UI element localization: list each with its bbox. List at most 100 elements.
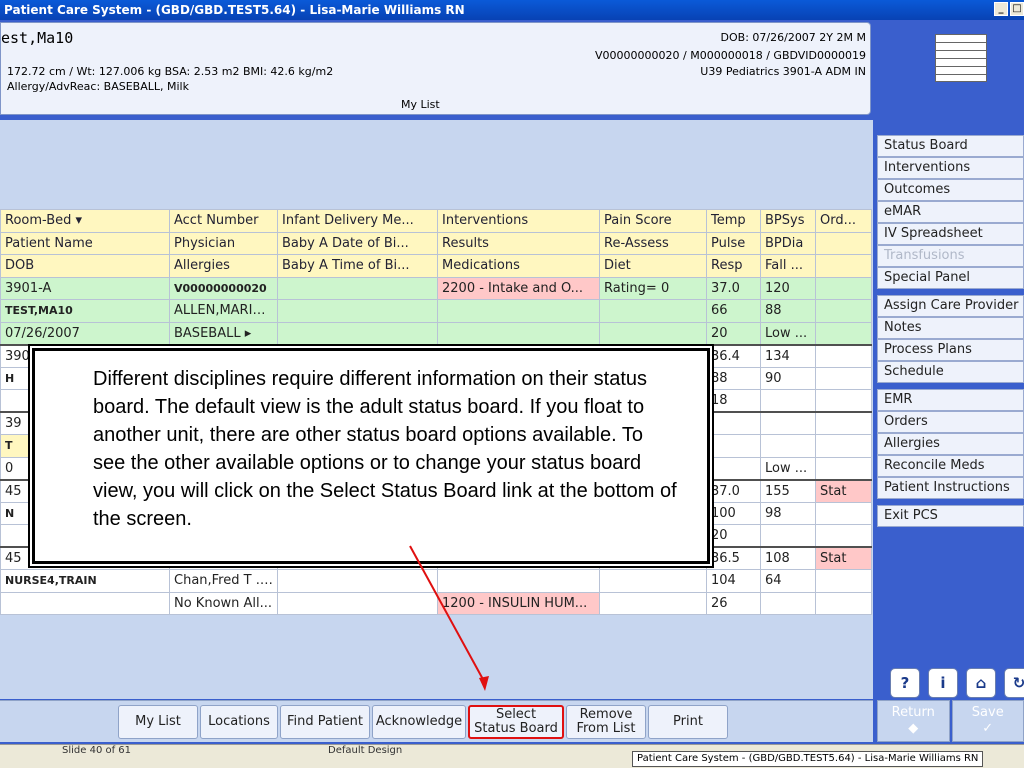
help-icon[interactable]: ? xyxy=(890,668,920,698)
table-cell: 37.0 xyxy=(706,276,761,300)
table-header-row: DOB Allergies Baby A Time of Bi... Medicati… xyxy=(0,254,872,278)
column-header[interactable]: BPSys xyxy=(760,209,816,233)
patient-header: est,Ma10 172.72 cm / Wt: 127.006 kg BSA:… xyxy=(0,22,871,115)
column-header[interactable]: Fall ... xyxy=(760,254,816,278)
select-status-board-button[interactable]: Select Status Board xyxy=(468,705,564,739)
window-title: Patient Care System - (GBD/GBD.TEST5.64)… xyxy=(4,3,465,17)
print-button[interactable]: Print xyxy=(648,705,728,739)
sidebar-item-patient-instructions[interactable]: Patient Instructions xyxy=(877,477,1024,499)
table-cell: Low ... xyxy=(760,321,816,345)
taskbar-window-button[interactable]: Patient Care System - (GBD/GBD.TEST5.64)… xyxy=(632,751,984,767)
column-header[interactable] xyxy=(815,231,872,255)
sidebar-item-notes[interactable]: Notes xyxy=(877,317,1024,339)
table-cell: 104 xyxy=(706,569,761,593)
sidebar-item-interventions[interactable]: Interventions xyxy=(877,157,1024,179)
table-cell xyxy=(815,389,872,413)
column-header[interactable]: Ord... xyxy=(815,209,872,233)
column-header[interactable]: Re-Assess xyxy=(599,231,707,255)
sidebar-item-allergies[interactable]: Allergies xyxy=(877,433,1024,455)
select-label: Select xyxy=(495,707,537,722)
sidebar-item-transfusions[interactable]: Transfusions xyxy=(877,245,1024,267)
column-header[interactable]: Pain Score xyxy=(599,209,707,233)
my-list-button[interactable]: My List xyxy=(118,705,198,739)
table-cell xyxy=(437,299,600,323)
table-cell: 88 xyxy=(760,299,816,323)
column-header[interactable]: Baby A Date of Bi... xyxy=(277,231,438,255)
table-cell xyxy=(599,299,707,323)
sidebar-item-status-board[interactable]: Status Board xyxy=(877,135,1024,157)
table-cell xyxy=(815,591,872,615)
sidebar-item-emr[interactable]: EMR xyxy=(877,389,1024,411)
column-header[interactable]: Interventions xyxy=(437,209,600,233)
table-row[interactable]: 07/26/2007 BASEBALL ▸ 20 Low ... xyxy=(0,321,872,345)
sidebar-item-reconcile-meds[interactable]: Reconcile Meds xyxy=(877,455,1024,477)
sidebar-item-special-panel[interactable]: Special Panel xyxy=(877,267,1024,289)
table-cell: 155 xyxy=(760,478,816,503)
column-header[interactable]: Results xyxy=(437,231,600,255)
column-header[interactable]: Physician xyxy=(169,231,278,255)
sidebar-item-schedule[interactable]: Schedule xyxy=(877,361,1024,383)
sidebar-item-outcomes[interactable]: Outcomes xyxy=(877,179,1024,201)
table-cell: 20 xyxy=(706,321,761,345)
save-button[interactable]: Save ✓ xyxy=(951,700,1024,742)
table-cell: 20 xyxy=(706,524,761,548)
sidebar-item-process-plans[interactable]: Process Plans xyxy=(877,339,1024,361)
info-icon[interactable]: i xyxy=(928,668,958,698)
table-cell: Stat xyxy=(815,478,872,503)
patient-name: est,Ma10 xyxy=(1,29,74,47)
table-row[interactable]: 3901-A V00000000020 2200 - Intake and O...… xyxy=(0,276,872,300)
column-header[interactable]: Medications xyxy=(437,254,600,278)
column-header[interactable]: Baby A Time of Bi... xyxy=(277,254,438,278)
remove-from-list-button[interactable]: Remove From List xyxy=(566,705,646,739)
status-board-icon[interactable] xyxy=(935,34,987,82)
sidebar-item-assign-care-provider[interactable]: Assign Care Provider xyxy=(877,295,1024,317)
design-indicator: Default Design xyxy=(328,745,403,756)
maximize-button[interactable]: □ xyxy=(1010,2,1024,16)
patient-allergy: Allergy/AdvReac: BASEBALL, Milk xyxy=(7,80,189,93)
locations-button[interactable]: Locations xyxy=(200,705,278,739)
minimize-button[interactable]: _ xyxy=(994,2,1008,16)
find-patient-button[interactable]: Find Patient xyxy=(280,705,370,739)
acknowledge-button[interactable]: Acknowledge xyxy=(372,705,466,739)
table-cell: 1200 - INSULIN HUM... xyxy=(437,591,600,615)
column-header[interactable]: Acct Number xyxy=(169,209,278,233)
column-header[interactable]: Infant Delivery Me... xyxy=(277,209,438,233)
table-cell: Low ... xyxy=(760,456,816,480)
table-row[interactable]: NURSE4,TRAIN Chan,Fred T ...▸ 104 64 xyxy=(0,569,872,593)
sidebar-item-emar[interactable]: eMAR xyxy=(877,201,1024,223)
table-cell xyxy=(815,366,872,390)
column-header[interactable]: Patient Name xyxy=(0,231,170,255)
column-header[interactable]: Resp xyxy=(706,254,761,278)
column-header[interactable]: Room-Bed ▾ xyxy=(0,209,170,233)
status-board-label: Status Board xyxy=(474,721,558,736)
table-cell xyxy=(815,501,872,525)
return-button[interactable]: Return ◆ xyxy=(877,700,950,742)
table-cell xyxy=(760,411,816,435)
table-cell: 36.5 xyxy=(706,546,761,570)
table-cell: 64 xyxy=(760,569,816,593)
find-patient-label: Find Patient xyxy=(286,714,364,729)
column-header[interactable] xyxy=(815,254,872,278)
sidebar-item-exit-pcs[interactable]: Exit PCS xyxy=(877,505,1024,527)
table-cell xyxy=(815,321,872,345)
column-header[interactable]: DOB xyxy=(0,254,170,278)
table-row[interactable]: No Known All... 1200 - INSULIN HUM... 26 xyxy=(0,591,872,615)
table-cell: Stat xyxy=(815,546,872,570)
table-header-row: Room-Bed ▾ Acct Number Infant Delivery Me.… xyxy=(0,209,872,233)
column-header[interactable]: BPDia xyxy=(760,231,816,255)
column-header[interactable]: Allergies xyxy=(169,254,278,278)
table-cell xyxy=(277,276,438,300)
table-cell: 37.0 xyxy=(706,478,761,503)
sidebar-item-iv-spreadsheet[interactable]: IV Spreadsheet xyxy=(877,223,1024,245)
table-row[interactable]: TEST,MA10 ALLEN,MARIA...▸ 66 88 xyxy=(0,299,872,323)
taskbar: Slide 40 of 61 Default Design Patient Ca… xyxy=(0,744,1024,768)
refresh-icon[interactable]: ↻ xyxy=(1004,668,1024,698)
column-header[interactable]: Temp xyxy=(706,209,761,233)
sidebar-item-orders[interactable]: Orders xyxy=(877,411,1024,433)
table-cell: BASEBALL ▸ xyxy=(169,321,278,345)
table-cell: 120 xyxy=(760,276,816,300)
lock-icon[interactable]: ⌂ xyxy=(966,668,996,698)
column-header[interactable]: Diet xyxy=(599,254,707,278)
column-header[interactable]: Pulse xyxy=(706,231,761,255)
table-cell: 134 xyxy=(760,343,816,368)
